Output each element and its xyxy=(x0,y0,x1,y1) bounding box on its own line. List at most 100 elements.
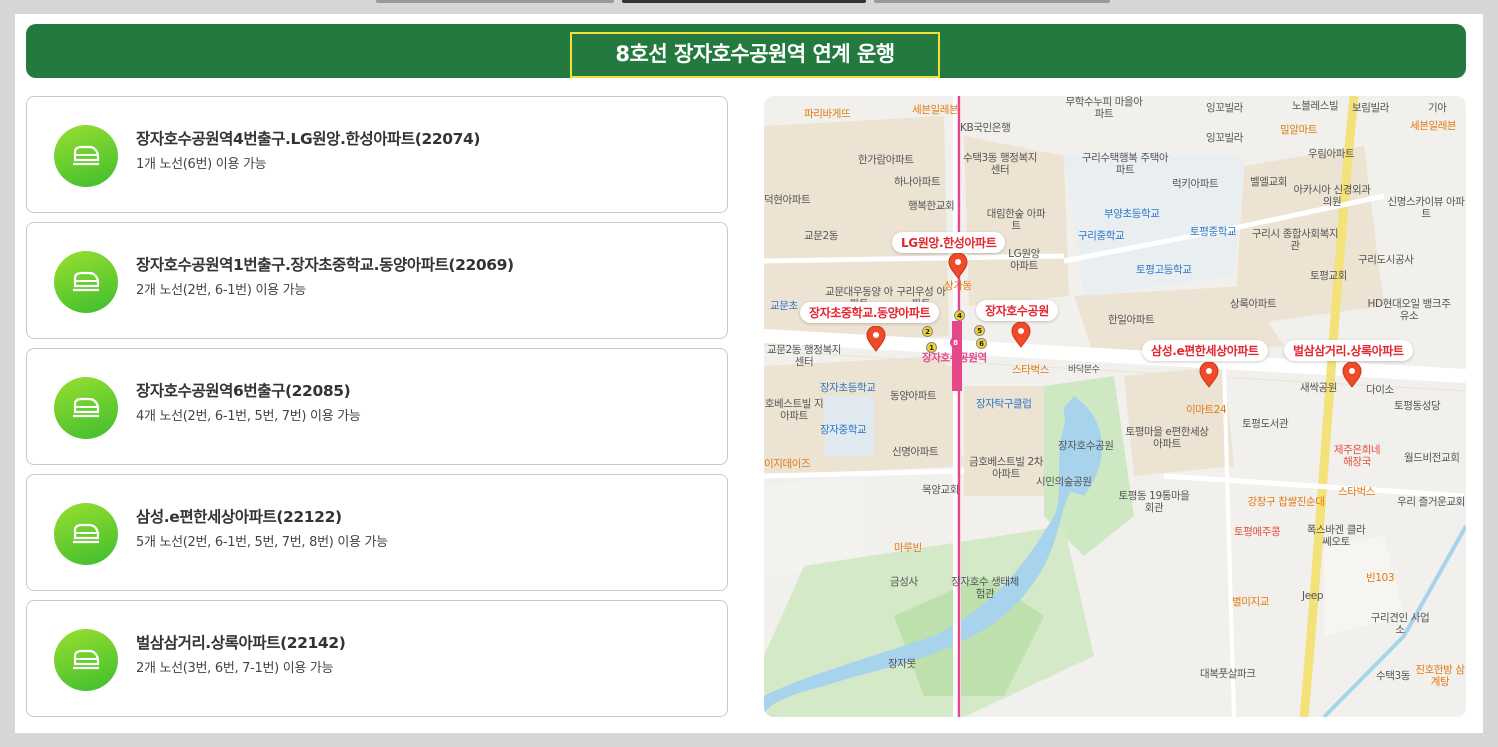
map-poi: 기아 xyxy=(1428,102,1447,114)
map-marker-pin-icon[interactable] xyxy=(1198,362,1220,388)
station-exit-icon: 5 xyxy=(974,325,985,336)
map-marker-label[interactable]: LG원앙.한성아파트 xyxy=(892,232,1006,253)
map-poi: 수택3동 xyxy=(1376,670,1411,682)
map-poi: KB국민은행 xyxy=(960,122,1011,134)
station-line-8-icon: 8 xyxy=(950,337,961,348)
map-poi: 신명아파트 xyxy=(892,446,939,458)
bus-icon xyxy=(54,503,118,565)
map-poi: HD현대오일 뱅크주유소 xyxy=(1367,298,1451,322)
map-poi: 토평교회 xyxy=(1310,270,1348,282)
section-header: 8호선 장자호수공원역 연계 운행 xyxy=(26,24,1466,78)
map-poi: 벨엘교회 xyxy=(1250,176,1288,188)
map-poi: 부양초등학교 xyxy=(1104,208,1160,220)
map-poi: 토평동 19통마을회관 xyxy=(1118,490,1190,514)
map-poi: 금성사 xyxy=(890,576,918,588)
bus-icon xyxy=(54,125,118,187)
top-tab[interactable] xyxy=(874,0,1110,3)
map-poi: Jeep xyxy=(1302,590,1324,602)
map-poi: 토평중학교 xyxy=(1190,226,1237,238)
map-poi: 구리견인 사업소 xyxy=(1370,612,1430,636)
map-marker-pin-icon[interactable] xyxy=(865,326,887,352)
area-map[interactable]: 파리바게뜨 세븐일레븐 KB국민은행 무학수누피 마을아파트 잉꼬빌라 노블레스… xyxy=(764,96,1466,717)
map-poi: 대림한숲 아파트 xyxy=(986,208,1046,232)
map-poi: 제주은희네 해장국 xyxy=(1333,444,1381,468)
map-poi: 우림아파트 xyxy=(1308,148,1355,160)
map-poi: 장자초등학교 xyxy=(820,382,876,394)
bus-icon xyxy=(54,251,118,313)
map-poi: 잉꼬빌라 xyxy=(1206,102,1244,114)
map-poi: 금호베스트빌 2차아파트 xyxy=(968,456,1044,480)
map-poi: 보림빌라 xyxy=(1352,102,1390,114)
bus-stop-name: 장자호수공원역6번출구(22085) xyxy=(136,382,351,400)
map-poi: 토평도서관 xyxy=(1242,418,1289,430)
map-poi: 이지데이즈 xyxy=(764,458,811,470)
map-poi: 한가람아파트 xyxy=(858,154,914,166)
map-poi: 구리중학교 xyxy=(1078,230,1125,242)
map-poi: 장자호수 생태체험관 xyxy=(951,576,1019,600)
map-marker-label[interactable]: 벌삼삼거리.상록아파트 xyxy=(1284,340,1413,361)
bus-stop-card[interactable]: 삼성.e편한세상아파트(22122) 5개 노선(2번, 6-1번, 5번, 7… xyxy=(26,474,728,591)
map-poi: 장자탁구클럽 xyxy=(976,398,1032,410)
station-exit-icon: 2 xyxy=(922,326,933,337)
map-poi: 교문2동 xyxy=(804,230,839,242)
top-tab-active[interactable] xyxy=(622,0,866,3)
map-poi: 새싹공원 xyxy=(1300,382,1338,394)
bus-stop-name: 삼성.e편한세상아파트(22122) xyxy=(136,508,342,526)
map-poi: 무학수누피 마을아파트 xyxy=(1065,96,1143,120)
map-poi: 마루빈 xyxy=(894,542,922,554)
map-poi: 토평고등학교 xyxy=(1136,264,1192,276)
map-poi: 아카시아 신경외과의원 xyxy=(1293,184,1371,208)
map-marker-label[interactable]: 삼성.e편한세상아파트 xyxy=(1142,340,1268,361)
map-poi: 장자호수공원 xyxy=(1058,440,1114,452)
map-poi: 세븐일레븐 xyxy=(1410,120,1457,132)
map-marker-pin-icon[interactable] xyxy=(947,253,969,279)
bus-stop-routes: 2개 노선(2번, 6-1번) 이용 가능 xyxy=(136,283,306,298)
map-marker-pin-icon[interactable] xyxy=(1341,362,1363,388)
map-poi: 이마트24 xyxy=(1186,404,1227,416)
map-poi: 진호한방 삼계탕 xyxy=(1415,664,1465,688)
map-marker-label[interactable]: 장자호수공원 xyxy=(976,300,1058,321)
map-poi: 잉꼬빌라 xyxy=(1206,132,1244,144)
map-poi: 한일아파트 xyxy=(1108,314,1155,326)
map-poi: 목양교회 xyxy=(922,484,960,496)
map-poi: LG원앙 아파트 xyxy=(1008,248,1040,272)
map-poi: 수택3동 행정복지센터 xyxy=(962,152,1038,176)
bus-icon xyxy=(54,629,118,691)
map-poi: 교문초 xyxy=(770,300,798,312)
station-exit-icon: 4 xyxy=(954,310,965,321)
map-poi: 파리바게뜨 xyxy=(804,108,851,120)
map-poi: 월드비전교회 xyxy=(1404,452,1460,464)
station-name: 장자호수공원역 xyxy=(922,352,987,364)
map-poi: 밀알마트 xyxy=(1280,124,1318,136)
bus-stop-card[interactable]: 벌삼삼거리.상록아파트(22142) 2개 노선(3번, 6번, 7-1번) 이… xyxy=(26,600,728,717)
map-poi: 대복풋살파크 xyxy=(1200,668,1256,680)
map-poi: 동양아파트 xyxy=(890,390,937,402)
top-tab[interactable] xyxy=(376,0,614,3)
bus-stop-name: 장자호수공원역4번출구.LG원앙.한성아파트(22074) xyxy=(136,130,481,148)
bus-stop-name: 장자호수공원역1번출구.장자초중학교.동양아파트(22069) xyxy=(136,256,514,274)
map-poi: 노블레스빌 xyxy=(1292,100,1339,112)
map-poi: 장자중학교 xyxy=(820,424,867,436)
map-poi: 구리도시공사 xyxy=(1358,254,1414,266)
map-poi: 폭스바겐 클라쎄오토 xyxy=(1306,524,1366,548)
map-poi: 럭키아파트 xyxy=(1172,178,1219,190)
bus-stop-routes: 4개 노선(2번, 6-1번, 5번, 7번) 이용 가능 xyxy=(136,409,361,424)
map-poi: 바닥분수 xyxy=(1068,365,1100,375)
map-poi: 상가동 xyxy=(944,280,972,292)
content-frame: 8호선 장자호수공원역 연계 운행 장자호수공원역4번출구.LG원앙.한성아파트… xyxy=(15,14,1483,733)
map-marker-pin-icon[interactable] xyxy=(1010,322,1032,348)
map-poi: 토평동성당 xyxy=(1394,400,1441,412)
bus-stop-card[interactable]: 장자호수공원역4번출구.LG원앙.한성아파트(22074) 1개 노선(6번) … xyxy=(26,96,728,213)
bus-stop-card[interactable]: 장자호수공원역1번출구.장자초중학교.동양아파트(22069) 2개 노선(2번… xyxy=(26,222,728,339)
map-poi: 세븐일레븐 xyxy=(912,104,959,116)
map-poi: 호베스트빌 지아파트 xyxy=(764,398,824,422)
map-poi: 행복한교회 xyxy=(908,200,955,212)
map-poi: 덕현아파트 xyxy=(764,194,811,206)
map-poi: 스타벅스 xyxy=(1338,486,1376,498)
bus-icon xyxy=(54,377,118,439)
map-poi: 강창구 찹쌀진순대 xyxy=(1247,496,1325,508)
map-poi: 빈103 xyxy=(1366,572,1395,584)
bus-stop-card[interactable]: 장자호수공원역6번출구(22085) 4개 노선(2번, 6-1번, 5번, 7… xyxy=(26,348,728,465)
map-marker-label[interactable]: 장자초중학교.동양아파트 xyxy=(800,302,940,323)
map-poi: 하나아파트 xyxy=(894,176,941,188)
